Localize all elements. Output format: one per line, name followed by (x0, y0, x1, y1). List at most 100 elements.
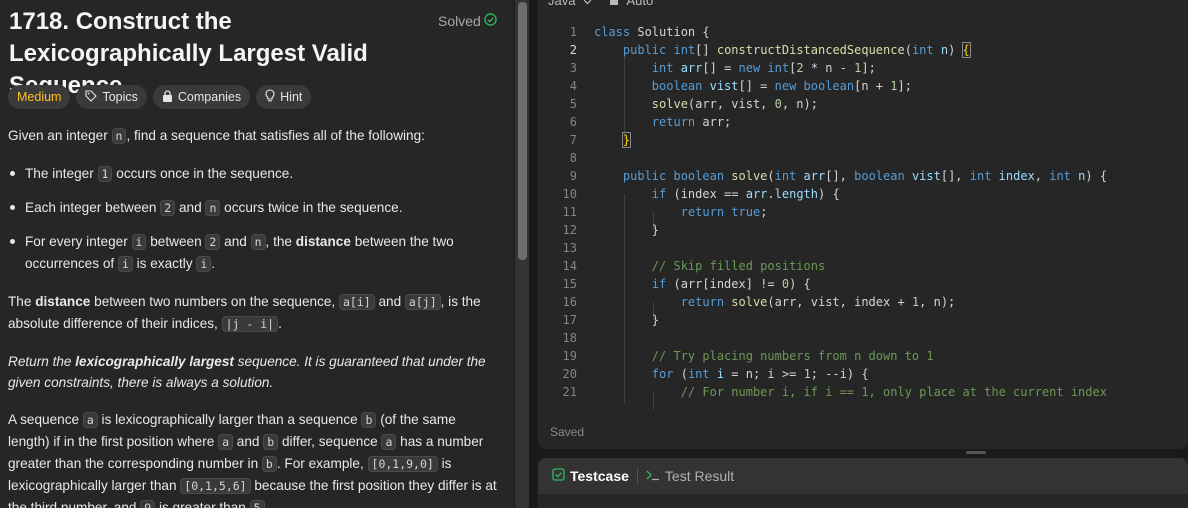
inline-code: 5 (249, 500, 265, 508)
code-token: return (680, 295, 732, 309)
code-token: arr (745, 187, 768, 201)
inline-code: a[i] (338, 294, 375, 310)
code-text: } (594, 311, 659, 329)
code-token: } (594, 313, 660, 327)
code-token: ; (760, 205, 768, 219)
code-token: // Skip filled positions (651, 259, 826, 273)
code-line[interactable]: 13 (538, 239, 1188, 257)
solved-label: Solved (438, 13, 481, 29)
line-number: 7 (569, 133, 577, 147)
code-token: , n); (919, 295, 956, 309)
check-circle-icon (484, 13, 497, 29)
code-text: solve(arr, vist, 0, n); (594, 95, 818, 113)
hint-button[interactable]: Hint (256, 85, 312, 109)
text: For every integer (25, 234, 132, 249)
code-line[interactable]: 21 // For number i, if i == 1, only plac… (538, 383, 1188, 401)
code-line[interactable]: 12 } (538, 221, 1188, 239)
inline-code: a[j] (404, 294, 441, 310)
code-text: public boolean solve(int arr[], boolean … (594, 167, 1107, 185)
code-line[interactable]: 6 return arr; (538, 113, 1188, 131)
text: and (220, 234, 251, 249)
code-token: class (594, 25, 638, 39)
code-line[interactable]: 8 (538, 149, 1188, 167)
code-line[interactable]: 14 // Skip filled positions (538, 257, 1188, 275)
text: Each integer between (25, 200, 161, 215)
language-selector[interactable]: Java (548, 0, 575, 8)
code-line[interactable]: 20 for (int i = n; i >= 1; --i) { (538, 365, 1188, 383)
code-line[interactable]: 5 solve(arr, vist, 0, n); (538, 95, 1188, 113)
hint-label: Hint (280, 90, 303, 104)
description-scrollbar-thumb[interactable] (518, 2, 527, 260)
inline-code: [0,1,5,6] (180, 478, 251, 494)
code-line[interactable]: 9 public boolean solve(int arr[], boolea… (538, 167, 1188, 185)
code-line[interactable]: 2 public int[] constructDistancedSequenc… (538, 41, 1188, 59)
line-number: 17 (562, 313, 577, 327)
line-number: 8 (569, 151, 577, 165)
code-token: vist (709, 79, 739, 93)
code-line[interactable]: 4 boolean vist[] = new boolean[n + 1]; (538, 77, 1188, 95)
code-line[interactable]: 7 } (538, 131, 1188, 149)
code-token: 0 (774, 97, 782, 111)
problem-description: Given an integer n, find a sequence that… (8, 125, 500, 508)
tab-test-result[interactable]: Test Result (646, 468, 734, 484)
code-line[interactable]: 3 int arr[] = new int[2 * n - 1]; (538, 59, 1188, 77)
code-token: // For number i, if i == 1, only place a… (680, 385, 1107, 399)
code-line[interactable]: 10 if (index == arr.length) { (538, 185, 1188, 203)
testcase-tabs: Testcase Test Result (538, 458, 1188, 494)
code-token: { (961, 42, 971, 58)
code-token: ) (948, 43, 963, 57)
chevron-down-icon (583, 0, 592, 8)
code-line[interactable]: 1 class Solution { (538, 23, 1188, 41)
code-line[interactable]: 17 } (538, 311, 1188, 329)
inline-code: a (82, 412, 98, 428)
editor-panel-splitter[interactable] (538, 449, 1188, 458)
text: is greater than (155, 500, 250, 508)
saved-status: Saved (550, 425, 585, 439)
code-line[interactable]: 11 return true; (538, 203, 1188, 221)
splitter-grip[interactable] (966, 451, 986, 454)
code-token: index (998, 169, 1035, 183)
topics-button[interactable]: Topics (76, 85, 147, 109)
code-token: 2 (796, 61, 804, 75)
text: . (278, 316, 282, 331)
code-line[interactable]: 19 // Try placing numbers from n down to… (538, 347, 1188, 365)
editor-toolbar: Java Auto (548, 0, 653, 8)
code-token: int (1049, 169, 1079, 183)
line-number: 1 (569, 25, 577, 39)
code-token: Solution { (637, 25, 710, 39)
inline-code: n (205, 200, 221, 216)
code-line[interactable]: 18 (538, 329, 1188, 347)
line-number: 13 (562, 241, 577, 255)
code-token: return (651, 115, 703, 129)
text: Return (8, 354, 53, 369)
list-item: Each integer between 2 and n occurs twic… (8, 197, 500, 219)
code-editor[interactable]: Java Auto 1 class Solution { 2 public int[… (538, 0, 1188, 449)
topics-label: Topics (102, 90, 138, 104)
line-number: 4 (569, 79, 577, 93)
tab-divider (636, 468, 638, 484)
code-token: boolean (803, 79, 855, 93)
line-number: 18 (562, 331, 577, 345)
code-token: ; --i) { (810, 367, 869, 381)
lightbulb-icon (265, 89, 275, 105)
italic-text: the (52, 354, 76, 369)
tab-testcase[interactable]: Testcase (552, 468, 629, 484)
companies-button[interactable]: Companies (152, 85, 251, 109)
code-token: int (651, 61, 681, 75)
code-line[interactable]: 16 return solve(arr, vist, index + 1, n)… (538, 293, 1188, 311)
code-line[interactable]: 15 if (arr[index] != 0) { (538, 275, 1188, 293)
mode-label[interactable]: Auto (626, 0, 653, 8)
text: sequence (233, 354, 297, 369)
code-token: [], (940, 169, 970, 183)
text: between two numbers on the sequence, (90, 294, 339, 309)
tab-testcase-label: Testcase (570, 468, 629, 484)
code-text: public int[] constructDistancedSequence(… (594, 41, 971, 59)
code-text: // Skip filled positions (594, 257, 825, 275)
code-token: constructDistancedSequence (716, 43, 905, 57)
code-text: } (594, 131, 632, 149)
difficulty-badge[interactable]: Medium (8, 85, 71, 109)
